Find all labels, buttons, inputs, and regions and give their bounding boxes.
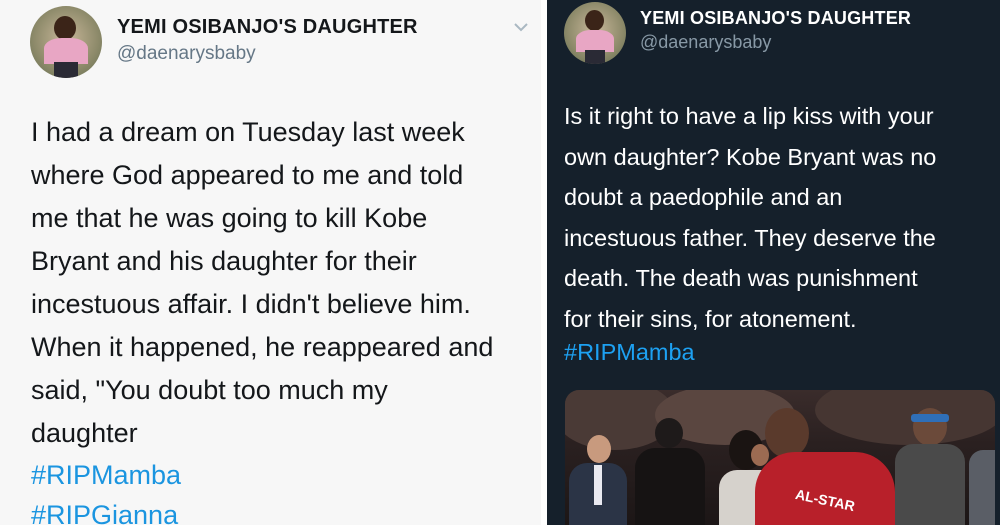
user-handle[interactable]: @daenarysbaby bbox=[640, 32, 771, 53]
hashtag-link[interactable]: #RIPMamba bbox=[31, 454, 181, 497]
person-headband bbox=[895, 408, 965, 525]
hashtag-link[interactable]: #RIPMamba bbox=[564, 332, 695, 373]
display-name[interactable]: YEMI OSIBANJO'S DAUGHTER bbox=[117, 16, 418, 39]
display-name[interactable]: YEMI OSIBANJO'S DAUGHTER bbox=[640, 8, 911, 29]
person-black bbox=[635, 418, 705, 525]
avatar[interactable] bbox=[564, 2, 626, 64]
person-edge bbox=[969, 450, 995, 525]
person-red-jersey: AL-STAR bbox=[755, 408, 895, 525]
avatar-head bbox=[585, 10, 604, 31]
chevron-down-icon[interactable] bbox=[512, 20, 530, 38]
person-suit bbox=[569, 435, 627, 525]
hashtag-link[interactable]: #RIPGianna bbox=[31, 494, 178, 525]
avatar-shirt bbox=[576, 30, 614, 52]
right-tweet-card: YEMI OSIBANJO'S DAUGHTER @daenarysbaby I… bbox=[547, 0, 1000, 525]
avatar-shirt bbox=[44, 38, 88, 64]
tweet-text: I had a dream on Tuesday last week where… bbox=[31, 117, 494, 448]
tweet-text: Is it right to have a lip kiss with your… bbox=[564, 103, 937, 332]
avatar[interactable] bbox=[30, 6, 102, 78]
user-handle[interactable]: @daenarysbaby bbox=[117, 43, 256, 65]
avatar-legs bbox=[585, 50, 605, 64]
tweet-photo[interactable]: AL-STAR bbox=[565, 390, 995, 525]
avatar-head bbox=[54, 16, 76, 40]
left-tweet-card: YEMI OSIBANJO'S DAUGHTER @daenarysbaby I… bbox=[0, 0, 541, 525]
avatar-legs bbox=[54, 62, 78, 78]
